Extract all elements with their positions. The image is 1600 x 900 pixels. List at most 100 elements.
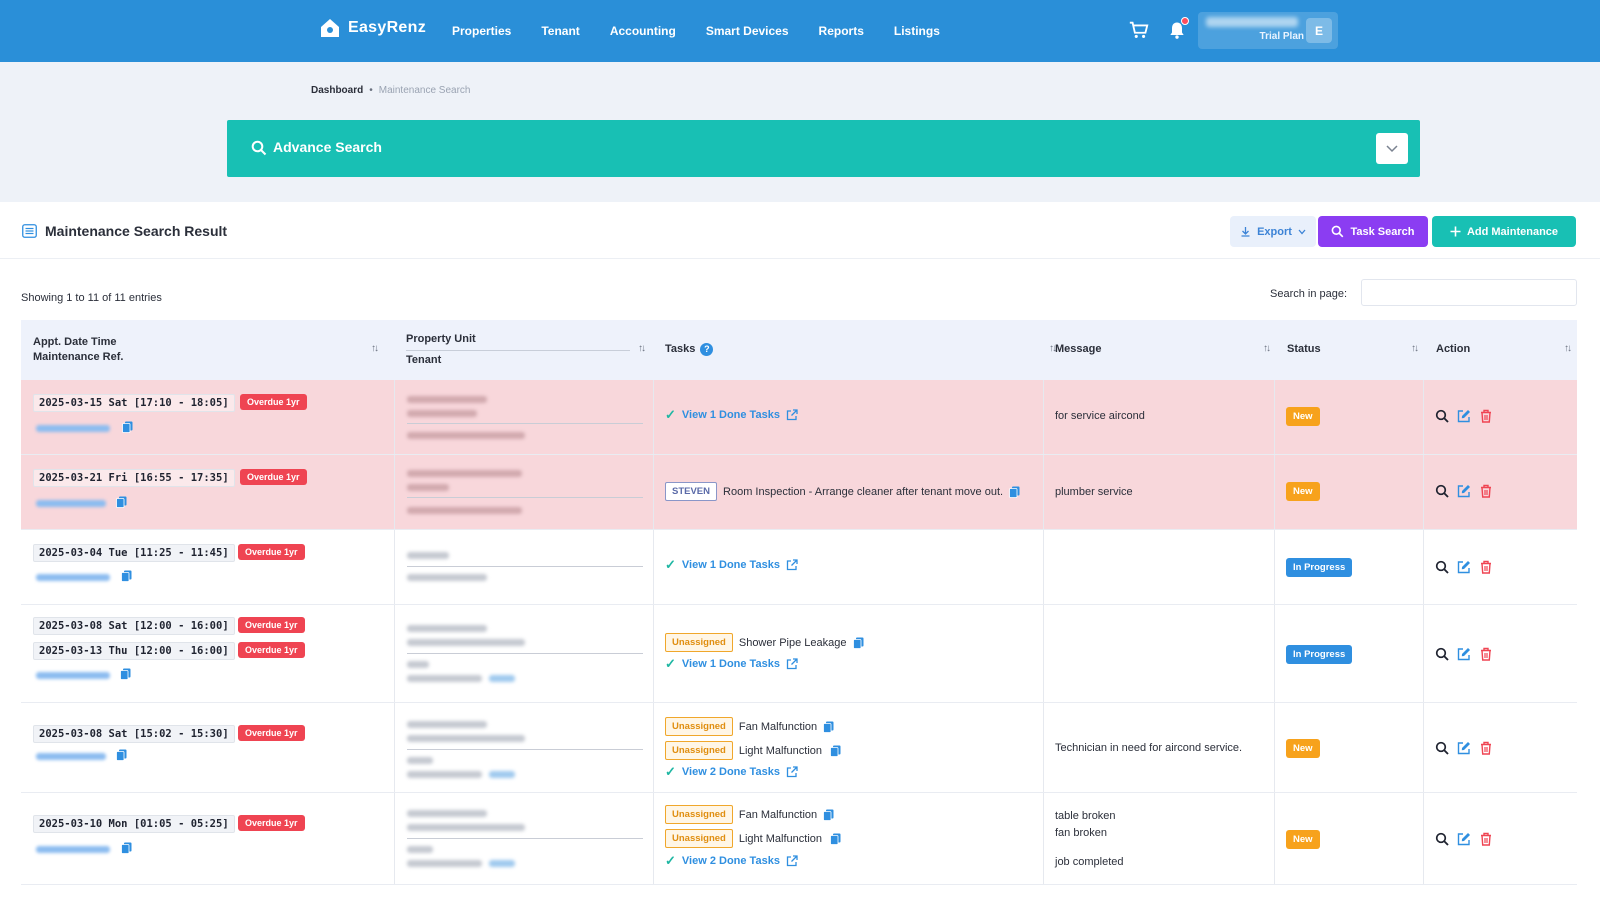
copy-icon[interactable] <box>852 637 864 649</box>
delete-icon[interactable] <box>1479 647 1493 661</box>
copy-icon[interactable] <box>1009 486 1020 498</box>
unassigned-badge: Unassigned <box>665 741 733 760</box>
table-row[interactable]: 2025-03-10 Mon [01:05 - 05:25] Overdue 1… <box>21 793 1577 885</box>
tenant-redacted <box>407 846 433 853</box>
col-tasks[interactable]: Tasks? ↑↓ <box>665 320 1057 380</box>
breadcrumb-dashboard[interactable]: Dashboard <box>311 85 363 96</box>
edit-icon[interactable] <box>1457 741 1471 755</box>
view-done-tasks[interactable]: View 1 Done Tasks <box>682 409 780 421</box>
user-menu[interactable]: Trial Plan E <box>1198 12 1338 49</box>
copy-icon[interactable] <box>121 570 132 582</box>
table-row[interactable]: 2025-03-21 Fri [16:55 - 17:35] Overdue 1… <box>21 455 1577 530</box>
chevron-down-icon <box>1298 229 1306 234</box>
copy-icon[interactable] <box>823 721 834 733</box>
copy-icon[interactable] <box>121 842 132 854</box>
view-icon[interactable] <box>1435 484 1449 498</box>
view-icon[interactable] <box>1435 647 1449 661</box>
assignee-badge: STEVEN <box>665 482 718 501</box>
edit-icon[interactable] <box>1457 409 1471 423</box>
done-tasks-link[interactable]: ✓ View 1 Done Tasks <box>665 557 798 573</box>
edit-icon[interactable] <box>1457 647 1471 661</box>
table-row[interactable]: 2025-03-15 Sat [17:10 - 18:05] Overdue 1… <box>21 380 1577 455</box>
copy-icon[interactable] <box>116 496 127 508</box>
table-row[interactable]: 2025-03-08 Sat [15:02 - 15:30] Overdue 1… <box>21 703 1577 793</box>
view-icon[interactable] <box>1435 741 1449 755</box>
advance-search-toggle[interactable] <box>1376 133 1408 164</box>
external-link-icon[interactable] <box>786 766 798 778</box>
col-status[interactable]: Status ↑↓ <box>1287 320 1437 380</box>
copy-icon[interactable] <box>830 833 841 845</box>
done-tasks-link[interactable]: ✓ View 1 Done Tasks <box>665 656 798 672</box>
external-link-icon[interactable] <box>786 559 798 571</box>
sort-icon: ↑↓ <box>638 343 646 354</box>
edit-icon[interactable] <box>1457 832 1471 846</box>
cart-icon[interactable] <box>1128 19 1150 41</box>
add-maintenance-button[interactable]: Add Maintenance <box>1432 216 1576 247</box>
nav-tenant[interactable]: Tenant <box>541 24 579 38</box>
col-message[interactable]: Message ↑↓ <box>1055 320 1285 380</box>
nav-reports[interactable]: Reports <box>819 24 864 38</box>
view-icon[interactable] <box>1435 832 1449 846</box>
table-row[interactable]: 2025-03-08 Sat [12:00 - 16:00] Overdue 1… <box>21 605 1577 703</box>
delete-icon[interactable] <box>1479 484 1493 498</box>
unassigned-badge: Unassigned <box>665 633 733 652</box>
maintenance-ref-redacted[interactable] <box>36 846 110 853</box>
export-button[interactable]: Export <box>1230 216 1316 247</box>
done-tasks-link[interactable]: ✓ View 1 Done Tasks <box>665 407 798 423</box>
external-link-icon[interactable] <box>786 658 798 670</box>
delete-icon[interactable] <box>1479 832 1493 846</box>
copy-icon[interactable] <box>122 421 133 433</box>
task-item[interactable]: Unassigned Light Malfunction <box>665 741 841 760</box>
maintenance-ref-redacted[interactable] <box>36 672 110 679</box>
maintenance-ref-redacted[interactable] <box>36 500 106 507</box>
nav-properties[interactable]: Properties <box>452 24 511 38</box>
copy-icon[interactable] <box>830 745 841 757</box>
nav-listings[interactable]: Listings <box>894 24 940 38</box>
maintenance-ref-redacted[interactable] <box>36 425 110 432</box>
view-done-tasks[interactable]: View 1 Done Tasks <box>682 658 780 670</box>
col-status-label: Status <box>1287 343 1321 355</box>
maintenance-ref-redacted[interactable] <box>36 574 110 581</box>
search-in-page-input[interactable] <box>1361 279 1577 306</box>
col-appt[interactable]: Appt. Date Time Maintenance Ref. ↑↓ <box>33 320 383 380</box>
task-item[interactable]: Unassigned Light Malfunction <box>665 829 841 848</box>
task-item[interactable]: Unassigned Shower Pipe Leakage <box>665 633 864 652</box>
delete-icon[interactable] <box>1479 560 1493 574</box>
nav-accounting[interactable]: Accounting <box>610 24 676 38</box>
view-done-tasks[interactable]: View 2 Done Tasks <box>682 855 780 867</box>
delete-icon[interactable] <box>1479 741 1493 755</box>
copy-icon[interactable] <box>120 668 131 680</box>
help-icon[interactable]: ? <box>700 343 714 356</box>
task-item[interactable]: Unassigned Fan Malfunction <box>665 717 834 736</box>
view-done-tasks[interactable]: View 2 Done Tasks <box>682 766 780 778</box>
external-link-icon[interactable] <box>786 409 798 421</box>
task-item[interactable]: Unassigned Fan Malfunction <box>665 805 834 824</box>
property-unit-redacted <box>407 410 477 417</box>
col-action[interactable]: Action ↑↓ <box>1436 320 1576 380</box>
notifications[interactable] <box>1167 17 1189 41</box>
advance-search-panel[interactable]: Advance Search <box>227 120 1420 177</box>
task-search-button[interactable]: Task Search <box>1318 216 1428 247</box>
maintenance-ref-redacted[interactable] <box>36 753 106 760</box>
col-property[interactable]: Property Unit Tenant ↑↓ <box>406 320 656 380</box>
property-unit-redacted <box>407 484 449 491</box>
task-item[interactable]: STEVEN Room Inspection - Arrange cleaner… <box>665 482 1020 501</box>
top-navbar: EasyRenz Properties Tenant Accounting Sm… <box>0 0 1600 62</box>
delete-icon[interactable] <box>1479 409 1493 423</box>
view-icon[interactable] <box>1435 560 1449 574</box>
copy-icon[interactable] <box>823 809 834 821</box>
external-link-icon[interactable] <box>786 855 798 867</box>
sort-icon: ↑↓ <box>1411 343 1419 354</box>
done-tasks-link[interactable]: ✓ View 2 Done Tasks <box>665 853 798 869</box>
edit-icon[interactable] <box>1457 560 1471 574</box>
app-logo[interactable]: EasyRenz <box>318 16 426 40</box>
nav-smart-devices[interactable]: Smart Devices <box>706 24 789 38</box>
view-icon[interactable] <box>1435 409 1449 423</box>
edit-icon[interactable] <box>1457 484 1471 498</box>
page-title: Maintenance Search Result <box>45 223 228 239</box>
copy-icon[interactable] <box>116 749 127 761</box>
table-row[interactable]: 2025-03-04 Tue [11:25 - 11:45] Overdue 1… <box>21 530 1577 605</box>
view-done-tasks[interactable]: View 1 Done Tasks <box>682 559 780 571</box>
done-tasks-link[interactable]: ✓ View 2 Done Tasks <box>665 764 798 780</box>
sort-icon: ↑↓ <box>371 343 379 354</box>
